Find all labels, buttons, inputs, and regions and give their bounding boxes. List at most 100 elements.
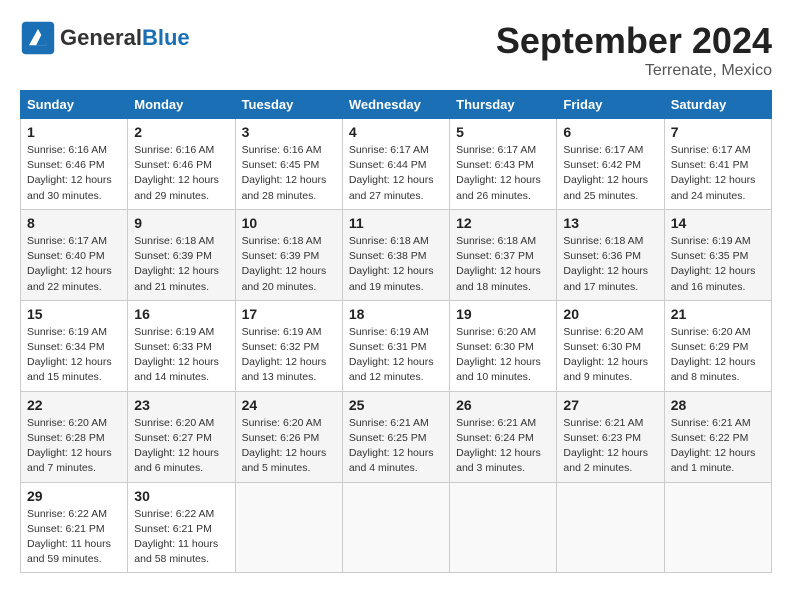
day-number: 18 [349,306,443,322]
day-info: Sunrise: 6:18 AM Sunset: 6:37 PM Dayligh… [456,234,550,295]
day-info: Sunrise: 6:17 AM Sunset: 6:42 PM Dayligh… [563,143,657,204]
day-info: Sunrise: 6:16 AM Sunset: 6:46 PM Dayligh… [27,143,121,204]
day-number: 9 [134,215,228,231]
day-number: 21 [671,306,765,322]
calendar-cell: 12 Sunrise: 6:18 AM Sunset: 6:37 PM Dayl… [450,209,557,300]
day-number: 15 [27,306,121,322]
day-info: Sunrise: 6:22 AM Sunset: 6:21 PM Dayligh… [134,507,228,568]
day-number: 26 [456,397,550,413]
day-info: Sunrise: 6:19 AM Sunset: 6:32 PM Dayligh… [242,325,336,386]
col-wednesday: Wednesday [342,91,449,119]
calendar-cell: 15 Sunrise: 6:19 AM Sunset: 6:34 PM Dayl… [21,300,128,391]
day-info: Sunrise: 6:21 AM Sunset: 6:25 PM Dayligh… [349,416,443,477]
calendar-header-row: Sunday Monday Tuesday Wednesday Thursday… [21,91,772,119]
day-info: Sunrise: 6:18 AM Sunset: 6:39 PM Dayligh… [242,234,336,295]
calendar-cell: 9 Sunrise: 6:18 AM Sunset: 6:39 PM Dayli… [128,209,235,300]
calendar-cell: 25 Sunrise: 6:21 AM Sunset: 6:25 PM Dayl… [342,391,449,482]
calendar-cell: 5 Sunrise: 6:17 AM Sunset: 6:43 PM Dayli… [450,119,557,210]
logo-blue: Blue [142,25,190,50]
day-info: Sunrise: 6:20 AM Sunset: 6:30 PM Dayligh… [563,325,657,386]
calendar-cell [557,482,664,573]
col-saturday: Saturday [664,91,771,119]
logo-text: GeneralBlue [60,25,190,51]
day-number: 2 [134,124,228,140]
day-info: Sunrise: 6:17 AM Sunset: 6:40 PM Dayligh… [27,234,121,295]
calendar-cell [342,482,449,573]
day-number: 25 [349,397,443,413]
calendar-cell: 16 Sunrise: 6:19 AM Sunset: 6:33 PM Dayl… [128,300,235,391]
calendar-week-2: 8 Sunrise: 6:17 AM Sunset: 6:40 PM Dayli… [21,209,772,300]
day-number: 7 [671,124,765,140]
day-number: 11 [349,215,443,231]
day-info: Sunrise: 6:18 AM Sunset: 6:36 PM Dayligh… [563,234,657,295]
day-info: Sunrise: 6:19 AM Sunset: 6:33 PM Dayligh… [134,325,228,386]
calendar-cell: 14 Sunrise: 6:19 AM Sunset: 6:35 PM Dayl… [664,209,771,300]
day-number: 23 [134,397,228,413]
day-info: Sunrise: 6:20 AM Sunset: 6:27 PM Dayligh… [134,416,228,477]
day-number: 6 [563,124,657,140]
calendar-cell: 19 Sunrise: 6:20 AM Sunset: 6:30 PM Dayl… [450,300,557,391]
calendar-cell: 10 Sunrise: 6:18 AM Sunset: 6:39 PM Dayl… [235,209,342,300]
day-info: Sunrise: 6:20 AM Sunset: 6:28 PM Dayligh… [27,416,121,477]
day-number: 12 [456,215,550,231]
calendar-cell: 17 Sunrise: 6:19 AM Sunset: 6:32 PM Dayl… [235,300,342,391]
calendar-table: Sunday Monday Tuesday Wednesday Thursday… [20,90,772,573]
logo: GeneralBlue [20,20,190,56]
title-area: September 2024 Terrenate, Mexico [496,20,772,80]
calendar-cell [235,482,342,573]
day-info: Sunrise: 6:20 AM Sunset: 6:29 PM Dayligh… [671,325,765,386]
calendar-cell: 4 Sunrise: 6:17 AM Sunset: 6:44 PM Dayli… [342,119,449,210]
day-number: 3 [242,124,336,140]
calendar-cell: 11 Sunrise: 6:18 AM Sunset: 6:38 PM Dayl… [342,209,449,300]
calendar-cell [664,482,771,573]
day-info: Sunrise: 6:17 AM Sunset: 6:43 PM Dayligh… [456,143,550,204]
col-monday: Monday [128,91,235,119]
calendar-week-4: 22 Sunrise: 6:20 AM Sunset: 6:28 PM Dayl… [21,391,772,482]
location-title: Terrenate, Mexico [496,62,772,80]
logo-general: General [60,25,142,50]
day-info: Sunrise: 6:22 AM Sunset: 6:21 PM Dayligh… [27,507,121,568]
calendar-cell: 6 Sunrise: 6:17 AM Sunset: 6:42 PM Dayli… [557,119,664,210]
day-number: 27 [563,397,657,413]
month-title: September 2024 [496,20,772,62]
day-number: 13 [563,215,657,231]
day-info: Sunrise: 6:19 AM Sunset: 6:35 PM Dayligh… [671,234,765,295]
calendar-cell: 8 Sunrise: 6:17 AM Sunset: 6:40 PM Dayli… [21,209,128,300]
day-number: 1 [27,124,121,140]
calendar-cell: 13 Sunrise: 6:18 AM Sunset: 6:36 PM Dayl… [557,209,664,300]
calendar-cell: 27 Sunrise: 6:21 AM Sunset: 6:23 PM Dayl… [557,391,664,482]
day-info: Sunrise: 6:21 AM Sunset: 6:23 PM Dayligh… [563,416,657,477]
col-thursday: Thursday [450,91,557,119]
day-number: 28 [671,397,765,413]
calendar-cell: 1 Sunrise: 6:16 AM Sunset: 6:46 PM Dayli… [21,119,128,210]
calendar-cell: 21 Sunrise: 6:20 AM Sunset: 6:29 PM Dayl… [664,300,771,391]
calendar-week-3: 15 Sunrise: 6:19 AM Sunset: 6:34 PM Dayl… [21,300,772,391]
day-info: Sunrise: 6:21 AM Sunset: 6:22 PM Dayligh… [671,416,765,477]
day-info: Sunrise: 6:17 AM Sunset: 6:44 PM Dayligh… [349,143,443,204]
calendar-cell: 29 Sunrise: 6:22 AM Sunset: 6:21 PM Dayl… [21,482,128,573]
calendar-cell: 20 Sunrise: 6:20 AM Sunset: 6:30 PM Dayl… [557,300,664,391]
calendar-cell: 24 Sunrise: 6:20 AM Sunset: 6:26 PM Dayl… [235,391,342,482]
day-number: 8 [27,215,121,231]
day-info: Sunrise: 6:16 AM Sunset: 6:46 PM Dayligh… [134,143,228,204]
day-number: 19 [456,306,550,322]
calendar-cell: 2 Sunrise: 6:16 AM Sunset: 6:46 PM Dayli… [128,119,235,210]
day-info: Sunrise: 6:19 AM Sunset: 6:34 PM Dayligh… [27,325,121,386]
calendar-cell [450,482,557,573]
day-info: Sunrise: 6:17 AM Sunset: 6:41 PM Dayligh… [671,143,765,204]
day-number: 22 [27,397,121,413]
calendar-cell: 3 Sunrise: 6:16 AM Sunset: 6:45 PM Dayli… [235,119,342,210]
calendar-cell: 26 Sunrise: 6:21 AM Sunset: 6:24 PM Dayl… [450,391,557,482]
day-info: Sunrise: 6:21 AM Sunset: 6:24 PM Dayligh… [456,416,550,477]
calendar-cell: 7 Sunrise: 6:17 AM Sunset: 6:41 PM Dayli… [664,119,771,210]
calendar-week-5: 29 Sunrise: 6:22 AM Sunset: 6:21 PM Dayl… [21,482,772,573]
calendar-week-1: 1 Sunrise: 6:16 AM Sunset: 6:46 PM Dayli… [21,119,772,210]
calendar-cell: 30 Sunrise: 6:22 AM Sunset: 6:21 PM Dayl… [128,482,235,573]
day-info: Sunrise: 6:19 AM Sunset: 6:31 PM Dayligh… [349,325,443,386]
day-number: 4 [349,124,443,140]
day-number: 20 [563,306,657,322]
day-number: 29 [27,488,121,504]
calendar-cell: 28 Sunrise: 6:21 AM Sunset: 6:22 PM Dayl… [664,391,771,482]
calendar-cell: 23 Sunrise: 6:20 AM Sunset: 6:27 PM Dayl… [128,391,235,482]
logo-icon [20,20,56,56]
